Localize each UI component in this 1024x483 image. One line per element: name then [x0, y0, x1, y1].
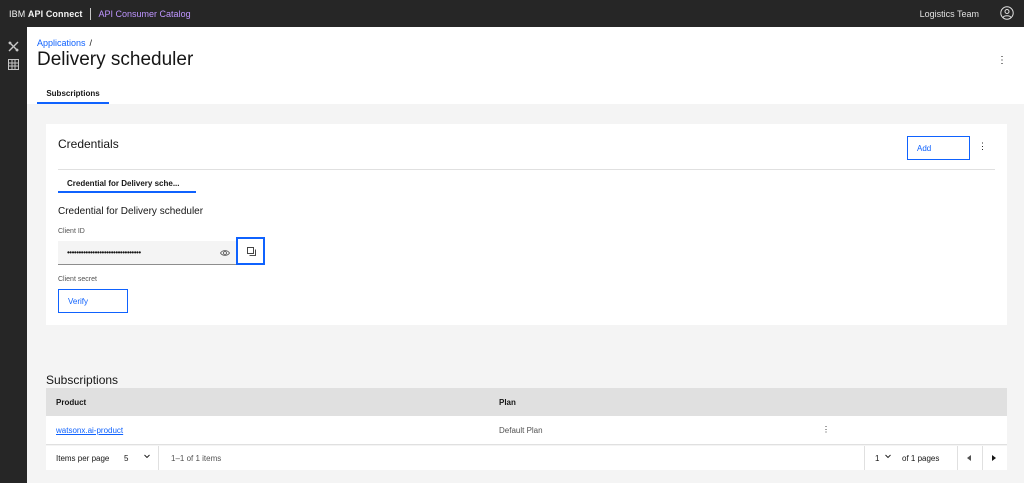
page-select[interactable]: 1	[875, 454, 879, 463]
chevron-down-icon[interactable]	[884, 452, 892, 460]
divider	[864, 446, 865, 470]
credential-name: Credential for Delivery scheduler	[58, 206, 204, 217]
page-title: Delivery scheduler	[37, 49, 194, 70]
credentials-title: Credentials	[58, 137, 119, 151]
grid-icon[interactable]	[8, 59, 19, 70]
product-brand[interactable]: IBM API Connect	[9, 9, 83, 19]
plan-cell: Default Plan	[499, 426, 543, 435]
verify-button[interactable]: Verify	[58, 289, 128, 313]
copy-icon	[247, 247, 256, 256]
brand-name: API Connect	[27, 8, 83, 19]
client-id-field[interactable]: ••••••••••••••••••••••••••••••••	[58, 241, 236, 265]
breadcrumb-applications-link[interactable]: Applications	[37, 38, 86, 48]
items-per-page-label: Items per page	[56, 454, 110, 463]
subscriptions-table: Product Plan watsonx.ai-product Default …	[46, 388, 1007, 445]
divider	[58, 169, 995, 170]
page-count: of 1 pages	[902, 454, 940, 463]
user-avatar-icon[interactable]	[1000, 6, 1014, 20]
subscriptions-title: Subscriptions	[46, 373, 119, 387]
client-id-value: ••••••••••••••••••••••••••••••••	[67, 248, 141, 257]
client-secret-label: Client secret	[58, 276, 97, 283]
pagination: Items per page 5 1–1 of 1 items 1 of 1 p…	[46, 446, 1007, 470]
previous-page-button[interactable]	[958, 446, 982, 470]
tab-subscriptions[interactable]: Subscriptions	[37, 85, 109, 104]
chevron-down-icon[interactable]	[143, 452, 151, 460]
credentials-overflow-menu-icon[interactable]: ⋮	[978, 141, 987, 152]
caret-right-icon	[992, 455, 996, 461]
show-password-icon[interactable]	[220, 248, 230, 258]
row-overflow-menu-icon[interactable]: ⋮	[822, 425, 830, 434]
items-range: 1–1 of 1 items	[171, 454, 222, 463]
client-id-label: Client ID	[58, 228, 85, 235]
brand-prefix: IBM	[9, 8, 26, 19]
tab-credential[interactable]: Credential for Delivery sche...	[58, 174, 196, 193]
breadcrumb: Applications /	[37, 38, 92, 48]
credentials-card: Credentials Add ⋮ Credential for Deliver…	[46, 124, 1007, 325]
side-nav	[0, 27, 27, 483]
copy-client-id-button[interactable]	[236, 237, 265, 265]
table-header: Product Plan	[46, 388, 1007, 416]
catalog-name[interactable]: API Consumer Catalog	[99, 9, 191, 19]
top-nav-bar: IBM API Connect API Consumer Catalog Log…	[0, 0, 1024, 27]
divider	[158, 446, 159, 470]
brand-divider	[89, 7, 91, 20]
page-header: Applications / Delivery scheduler ⋮ Subsc…	[27, 27, 1024, 104]
add-credential-button[interactable]: Add	[907, 136, 970, 160]
page-overflow-menu-icon[interactable]: ⋮	[997, 55, 1007, 66]
table-row: watsonx.ai-product Default Plan ⋮	[46, 416, 1007, 445]
product-link[interactable]: watsonx.ai-product	[56, 426, 123, 435]
breadcrumb-separator: /	[89, 38, 93, 48]
items-per-page-select[interactable]: 5	[124, 454, 128, 463]
column-header-product[interactable]: Product	[56, 398, 86, 407]
team-selector[interactable]: Logistics Team	[920, 9, 979, 19]
column-header-plan[interactable]: Plan	[499, 398, 516, 407]
tools-icon[interactable]	[8, 41, 19, 52]
next-page-button[interactable]	[983, 446, 1007, 470]
caret-left-icon	[967, 455, 971, 461]
